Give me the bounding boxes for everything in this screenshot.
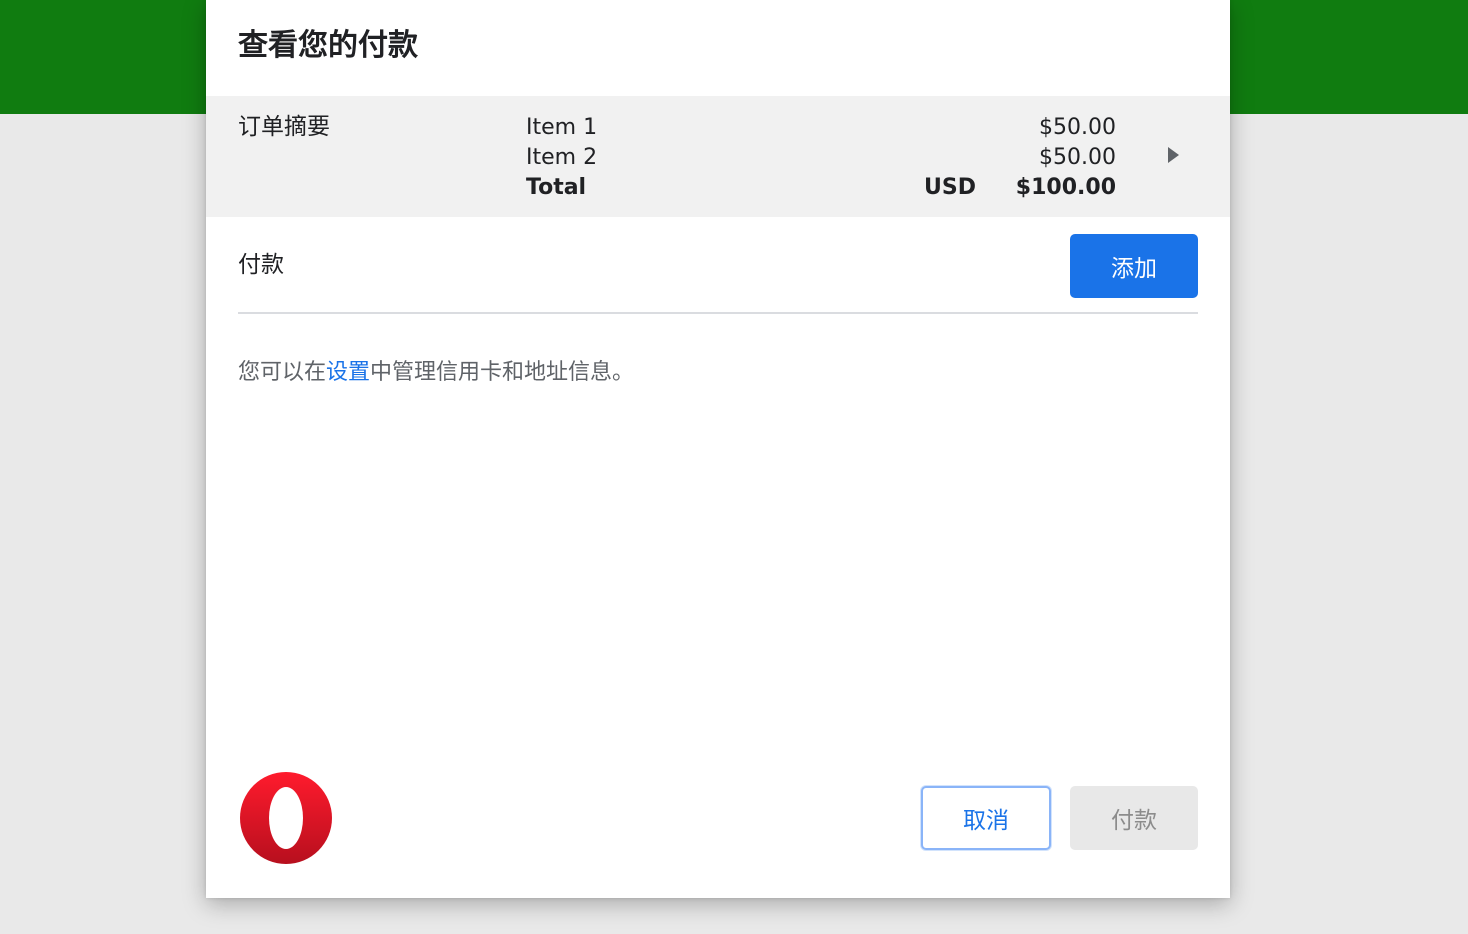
expand-arrow-icon[interactable] <box>1168 147 1179 163</box>
info-text-after: 中管理信用卡和地址信息。 <box>370 360 635 385</box>
payment-label: 付款 <box>238 252 284 278</box>
total-label: Total <box>526 175 587 200</box>
cancel-button[interactable]: 取消 <box>921 786 1051 850</box>
line-item: Item 1 $50.00 <box>526 113 1116 143</box>
opera-logo-svg <box>240 772 332 864</box>
total-row: Total USD $100.00 <box>526 173 1116 203</box>
total-currency: USD <box>924 175 976 200</box>
line-item-name: Item 2 <box>526 145 598 170</box>
pay-button[interactable]: 付款 <box>1070 786 1198 850</box>
line-item: Item 2 $50.00 <box>526 143 1116 173</box>
order-summary-section[interactable]: 订单摘要 Item 1 $50.00 Item 2 $50.00 Total U… <box>206 96 1230 217</box>
settings-info-text: 您可以在设置中管理信用卡和地址信息。 <box>238 357 634 389</box>
opera-logo-icon <box>240 772 332 864</box>
line-items-list: Item 1 $50.00 Item 2 $50.00 Total USD $1… <box>526 113 1116 203</box>
payment-method-section: 付款 添加 <box>238 218 1198 314</box>
order-summary-label: 订单摘要 <box>238 114 330 140</box>
line-item-amount: $50.00 <box>1039 115 1116 140</box>
dialog-title: 查看您的付款 <box>238 28 418 63</box>
payment-request-dialog: 查看您的付款 订单摘要 Item 1 $50.00 Item 2 $50.00 … <box>206 0 1230 898</box>
settings-link[interactable]: 设置 <box>326 360 370 385</box>
total-amount: $100.00 <box>1015 175 1116 200</box>
line-item-name: Item 1 <box>526 115 598 140</box>
add-payment-button[interactable]: 添加 <box>1070 234 1198 298</box>
line-item-amount: $50.00 <box>1039 145 1116 170</box>
info-text-before: 您可以在 <box>238 360 327 385</box>
